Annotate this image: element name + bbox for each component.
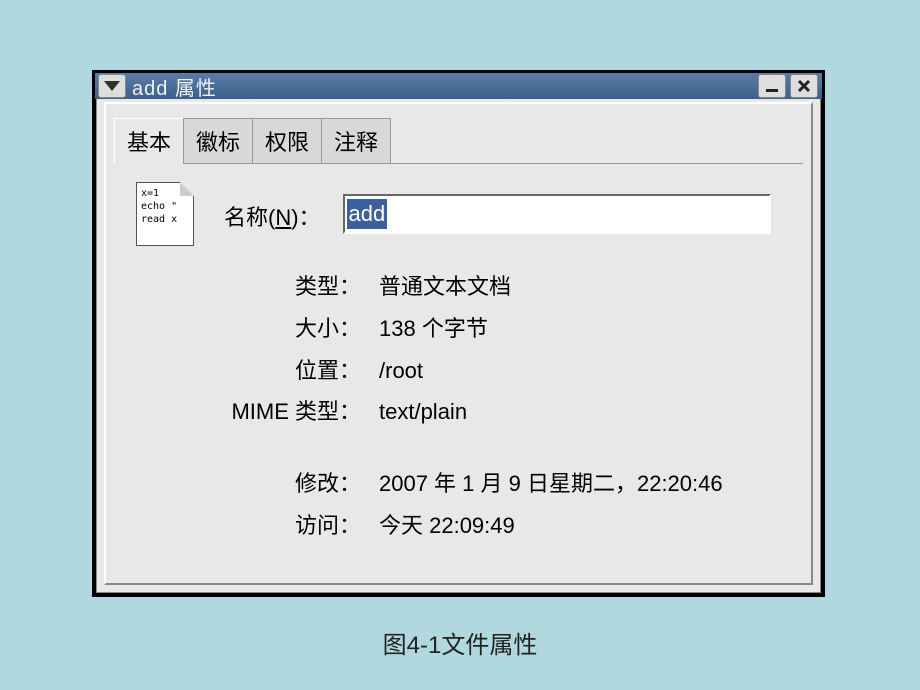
tab-permissions[interactable]: 权限 xyxy=(252,118,322,164)
file-icon-line: echo " xyxy=(141,200,189,213)
content-frame: 基本 徽标 权限 注释 x=1 echo " read x 名称(N)： add… xyxy=(104,102,813,585)
accessed-value: 今天 22:09:49 xyxy=(379,505,515,547)
name-input[interactable]: add xyxy=(343,194,771,234)
modified-value: 2007 年 1 月 9 日星期二，22:20:46 xyxy=(379,463,723,505)
size-value: 138 个字节 xyxy=(379,308,488,350)
accessed-label: 访问： xyxy=(236,505,361,547)
modified-label: 修改： xyxy=(236,463,361,505)
location-value: /root xyxy=(379,350,423,392)
tab-emblems[interactable]: 徽标 xyxy=(183,118,253,164)
mime-label: MIME 类型： xyxy=(161,391,361,433)
type-value: 普通文本文档 xyxy=(379,266,511,308)
name-row: x=1 echo " read x 名称(N)： add xyxy=(124,182,793,246)
name-input-value: add xyxy=(347,199,388,229)
window-menu-icon[interactable] xyxy=(98,74,126,98)
location-label: 位置： xyxy=(236,350,361,392)
minimize-button[interactable] xyxy=(758,74,786,98)
row-location: 位置： /root xyxy=(236,350,793,392)
tab-basic[interactable]: 基本 xyxy=(114,118,184,164)
tab-notes[interactable]: 注释 xyxy=(321,118,391,164)
tabs: 基本 徽标 权限 注释 xyxy=(114,118,811,164)
file-icon[interactable]: x=1 echo " read x xyxy=(136,182,194,246)
file-icon-line: read x xyxy=(141,213,189,226)
titlebar-buttons xyxy=(758,74,818,98)
tab-content: x=1 echo " read x 名称(N)： add 类型： 普通文本文档 … xyxy=(114,163,803,557)
row-accessed: 访问： 今天 22:09:49 xyxy=(236,505,793,547)
name-label: 名称(N)： xyxy=(224,200,321,232)
row-type: 类型： 普通文本文档 xyxy=(236,266,793,308)
figure-caption: 图4-1文件属性 xyxy=(0,625,920,660)
row-modified: 修改： 2007 年 1 月 9 日星期二，22:20:46 xyxy=(236,463,793,505)
mime-value: text/plain xyxy=(379,391,467,433)
titlebar[interactable]: add 属性 xyxy=(95,73,822,99)
close-button[interactable] xyxy=(790,74,818,98)
row-size: 大小： 138 个字节 xyxy=(236,308,793,350)
type-label: 类型： xyxy=(236,266,361,308)
window-title: add 属性 xyxy=(132,72,217,101)
properties-window: add 属性 基本 徽标 权限 注释 x=1 echo " read x xyxy=(92,70,825,597)
size-label: 大小： xyxy=(236,308,361,350)
file-icon-line: x=1 xyxy=(141,187,189,200)
info-table: 类型： 普通文本文档 大小： 138 个字节 位置： /root MIME 类型… xyxy=(236,266,793,547)
row-mime: MIME 类型： text/plain xyxy=(236,391,793,433)
